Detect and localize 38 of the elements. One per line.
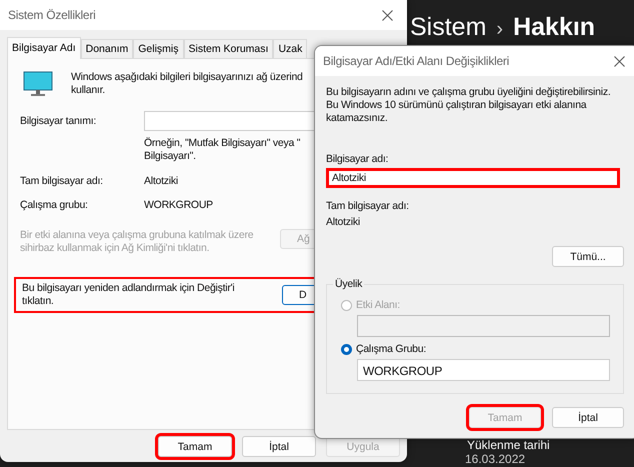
- rename-text: Bu bilgisayarı yeniden adlandırmak için Değiştir'i tıklatın.: [22, 282, 234, 308]
- window-title: Sistem Özellikleri: [8, 8, 96, 22]
- close-icon[interactable]: [382, 10, 393, 20]
- field-label: Çalışma grubu:: [20, 199, 89, 211]
- group-legend: Üyelik: [333, 278, 364, 290]
- window-title: Bilgisayar Adı/Etki Alanı Değişiklikleri: [323, 54, 510, 68]
- full-name-value: Altotziki: [144, 175, 178, 187]
- group-name-field[interactable]: [357, 315, 610, 337]
- tab[interactable]: Bilgisayar Adı: [7, 37, 81, 59]
- network-id-text: Bir etki alanına veya çalışma grubuna katılmak üzere sihirbaz kullanmak için Ağ Kimliği'ni tıklatın.: [20, 229, 254, 255]
- group-name-field[interactable]: WORKGROUP: [357, 359, 610, 381]
- install-date-label: Yüklenme tarihi: [467, 438, 550, 452]
- field-label: Tam bilgisayar adı:: [20, 175, 104, 187]
- tab[interactable]: Gelişmiş: [133, 39, 184, 58]
- close-icon[interactable]: [614, 56, 625, 66]
- tab[interactable]: Donanım: [80, 39, 134, 58]
- dialog-button[interactable]: İptal: [242, 436, 316, 457]
- install-date: 16.03.2022: [465, 452, 526, 466]
- breadcrumb-text: ›: [496, 17, 504, 42]
- tab[interactable]: Uzak: [273, 39, 308, 58]
- field-label: Tam bilgisayar adı:: [326, 200, 409, 212]
- dialog-button[interactable]: Tamam: [158, 436, 232, 457]
- breadcrumb-text: Hakkın: [513, 12, 596, 42]
- radio-label[interactable]: Çalışma Grubu:: [356, 343, 426, 355]
- more-button[interactable]: Tümü...: [552, 246, 624, 267]
- dialog-button[interactable]: İptal: [552, 407, 624, 428]
- computer-name-field[interactable]: Altotziki: [326, 168, 620, 188]
- intro-text: Windows aşağıdaki bilgileri bilgisayarınızı ağ üzerind kullanır.: [71, 71, 303, 97]
- workgroup-value: WORKGROUP: [144, 199, 213, 211]
- example-text: Örneğin, "Mutfak Bilgisayarı" veya " Bilgisayarı".: [144, 137, 300, 163]
- monitor-icon: [23, 71, 53, 97]
- tab[interactable]: Sistem Koruması: [184, 39, 274, 58]
- field-label: Bilgisayar tanımı:: [20, 115, 98, 127]
- full-name-value: Altotziki: [326, 216, 360, 228]
- radio-button[interactable]: [341, 344, 352, 354]
- intro-text: Bu bilgisayarın adını ve çalışma grubu üyeliğini değiştirebilirsiniz. Bu Windows 10 sürümünü çalıştıran bilgisayarı etki alanına katamazsınız.: [326, 86, 610, 125]
- field-label: Bilgisayar adı:: [326, 153, 388, 165]
- breadcrumb-text: Sistem: [410, 12, 486, 42]
